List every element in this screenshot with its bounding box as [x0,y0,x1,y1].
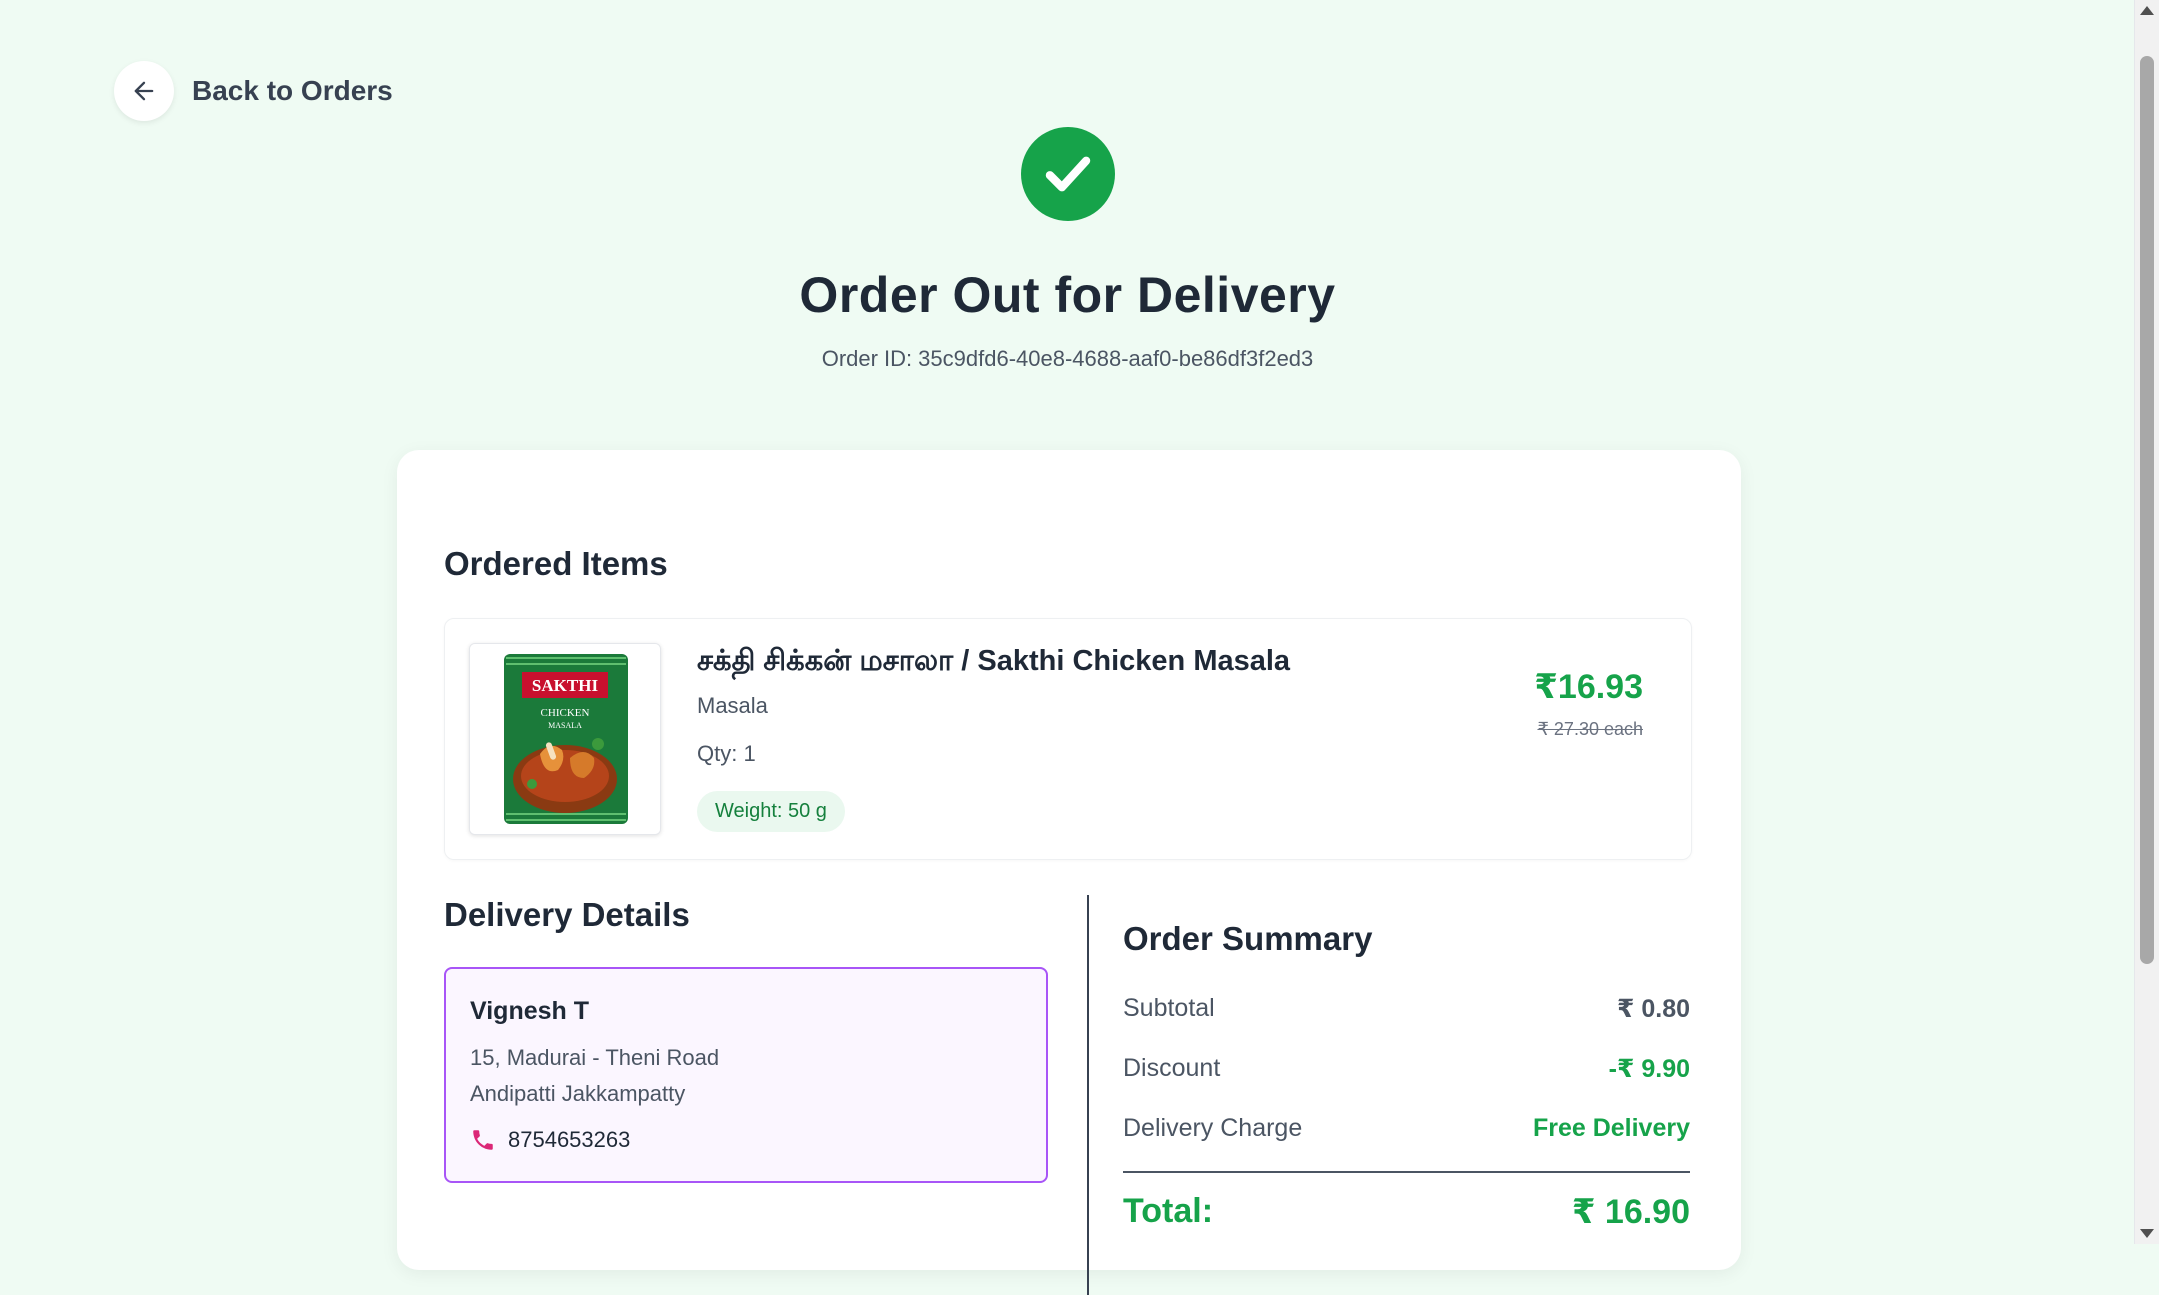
discount-label: Discount [1123,1054,1221,1082]
subtotal-label: Subtotal [1123,994,1215,1022]
arrow-left-icon [134,81,154,101]
page-title: Order Out for Delivery [799,267,1336,323]
total-row: Total: ₹ 16.90 [1123,1192,1690,1232]
order-details-page: Back to Orders Order Out for Delivery Or… [0,0,2135,1295]
item-category: Masala [697,693,768,718]
package-line2-text: MASALA [548,721,582,730]
package-brand-text: SAKTHI [532,676,599,695]
delivery-charge-value: Free Delivery [1532,1114,1690,1142]
product-image: SAKTHI CHICKEN MASALA [469,643,661,835]
order-id: Order ID: 35c9dfd6-40e8-4688-aaf0-be86df3… [0,346,2135,372]
back-button[interactable] [114,61,174,121]
item-price: ₹16.93 [1534,668,1643,706]
item-name: சக்தி சிக்கன் மசாலா / Sakthi Chicken Mas… [697,645,1291,677]
package-line1-text: CHICKEN [541,707,590,719]
recipient-name: Vignesh T [470,997,590,1025]
phone-row: 8754653263 [470,1127,630,1153]
discount-value: -₹ 9.90 [1608,1055,1690,1083]
page-scrollbar[interactable] [2134,0,2159,1244]
scroll-up-arrow-icon[interactable] [2140,6,2154,15]
section-divider [1087,895,1089,1295]
discount-row: Discount -₹ 9.90 [1123,1054,1690,1084]
summary-divider [1123,1171,1690,1173]
delivery-address-card: Vignesh T 15, Madurai - Theni Road Andip… [444,967,1048,1183]
ordered-item: SAKTHI CHICKEN MASALA சக்தி சிக்கன் மசால… [444,618,1692,860]
subtotal-value: ₹ 0.80 [1617,995,1690,1023]
delivery-charge-label: Delivery Charge [1123,1114,1303,1142]
item-quantity: Qty: 1 [697,741,756,766]
check-circle-icon [1021,127,1115,221]
phone-icon [473,1130,493,1150]
weight-badge: Weight: 50 g [697,791,845,832]
scrollbar-thumb[interactable] [2140,56,2154,964]
ordered-items-title: Ordered Items [444,545,668,582]
order-id-label: Order ID: [821,346,913,371]
total-value: ₹ 16.90 [1571,1193,1690,1231]
phone-number: 8754653263 [508,1127,631,1152]
address-line-2: Andipatti Jakkampatty [470,1081,686,1106]
address-line-1: 15, Madurai - Theni Road [470,1045,720,1070]
delivery-details-title: Delivery Details [444,896,690,933]
order-card: Ordered Items SAKTHI CHICKEN MASALA சக்த… [397,450,1741,1295]
back-to-orders-link[interactable]: Back to Orders [114,61,393,121]
order-id-value: 35c9dfd6-40e8-4688-aaf0-be86df3f2ed3 [918,346,1314,371]
order-summary-title: Order Summary [1123,920,1373,957]
total-label: Total: [1123,1192,1214,1230]
back-to-orders-label[interactable]: Back to Orders [192,75,393,107]
item-original-price: ₹ 27.30 each [1537,719,1643,739]
scroll-down-arrow-icon[interactable] [2140,1229,2154,1238]
subtotal-row: Subtotal ₹ 0.80 [1123,994,1690,1024]
delivery-charge-row: Delivery Charge Free Delivery [1123,1114,1690,1143]
